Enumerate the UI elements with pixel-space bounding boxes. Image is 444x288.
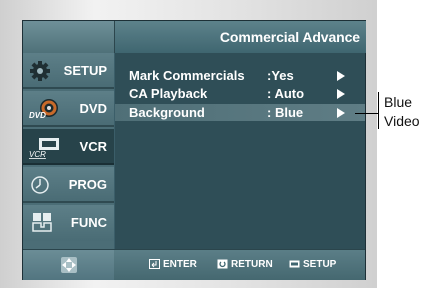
setup-icon	[289, 260, 300, 268]
enter-icon	[149, 259, 160, 269]
sidebar-item-vcr[interactable]: VCR VCR	[23, 129, 114, 165]
svg-text:VCR: VCR	[29, 150, 46, 159]
sidebar-item-label: PROG	[68, 177, 107, 192]
menu-row-value: : Blue	[267, 105, 304, 120]
menu-row-label: Mark Commercials	[129, 68, 245, 83]
navigation-pad-icon	[61, 257, 77, 273]
menu-row-value: : Auto	[267, 86, 305, 101]
sidebar-item-prog[interactable]: PROG	[23, 167, 114, 203]
bottom-left-panel	[23, 250, 114, 280]
arrow-right-icon	[337, 89, 345, 99]
callout-option-video: Video	[384, 113, 420, 129]
hint-label: SETUP	[303, 259, 337, 270]
clock-icon	[31, 176, 49, 194]
header-left-panel	[23, 21, 114, 53]
callout-leader-line	[355, 113, 378, 114]
sidebar: SETUP DVD DVD VCR VCR PROG FUNC	[23, 53, 114, 249]
page-title: Commercial Advance	[219, 29, 360, 45]
hint-setup: SETUP	[289, 259, 336, 270]
arrow-right-icon	[337, 71, 345, 81]
hint-label: RETURN	[231, 259, 273, 270]
hint-return: RETURN	[217, 259, 273, 270]
vcr-icon: VCR	[29, 138, 59, 159]
svg-text:DVD: DVD	[29, 111, 46, 120]
return-icon	[217, 259, 228, 269]
dvd-disc-icon: DVD	[29, 99, 58, 120]
hint-enter: ENTER	[149, 259, 197, 270]
sidebar-item-func[interactable]: FUNC	[23, 205, 114, 241]
sidebar-item-dvd[interactable]: DVD DVD	[23, 91, 114, 127]
bottom-hint-bar: ENTER RETURN SETUP	[23, 249, 365, 280]
options-callout: Blue Video	[384, 93, 420, 131]
sidebar-item-setup[interactable]: SETUP	[23, 53, 114, 89]
callout-option-blue: Blue	[384, 94, 413, 110]
callout-bracket-line	[378, 92, 379, 129]
sidebar-item-label: VCR	[79, 139, 107, 154]
menu-row-background[interactable]: Background : Blue	[115, 104, 365, 121]
menu-row-label: Background	[129, 105, 205, 120]
menu-row-label: CA Playback	[129, 86, 208, 101]
osd-screen: Commercial Advance SETUP DVD DVD VCR VCR…	[22, 20, 366, 280]
arrow-right-icon	[337, 108, 345, 118]
menu-header: Commercial Advance	[114, 21, 366, 53]
sidebar-item-label: DVD	[79, 101, 107, 116]
hint-label: ENTER	[163, 259, 197, 270]
sidebar-item-label: SETUP	[63, 63, 107, 78]
menu-panel: Mark Commercials :Yes CA Playback : Auto…	[115, 53, 365, 249]
gear-icon	[30, 61, 50, 81]
menu-row-value: :Yes	[267, 68, 294, 83]
function-icon	[32, 213, 52, 232]
menu-row-mark-commercials[interactable]: Mark Commercials :Yes	[115, 67, 365, 84]
sidebar-item-label: FUNC	[70, 215, 107, 230]
menu-row-ca-playback[interactable]: CA Playback : Auto	[115, 85, 365, 102]
